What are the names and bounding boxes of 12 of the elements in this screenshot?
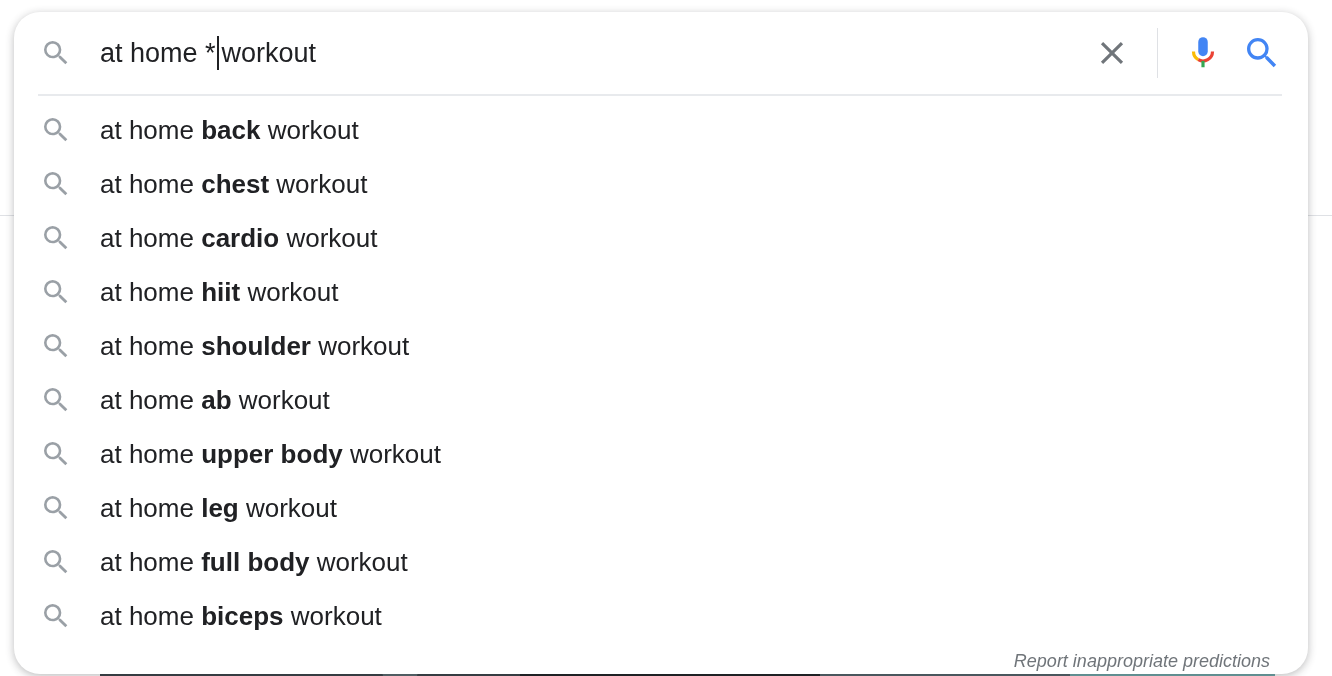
suggestion-item[interactable]: at home full body workout <box>100 546 408 578</box>
suggestion-item[interactable]: at home biceps workout <box>100 600 382 632</box>
suggestion-item[interactable]: at home shoulder workout <box>100 330 410 362</box>
suggestion-item[interactable]: at home upper body workout <box>100 438 441 470</box>
suggestion-item[interactable]: at home chest workout <box>100 168 368 200</box>
suggestion-item[interactable]: at home cardio workout <box>100 222 378 254</box>
search-field[interactable]: at home * workout <box>100 36 1089 70</box>
suggestion-item[interactable]: at home leg workout <box>100 492 337 524</box>
suggestion-item[interactable]: at home back workout <box>100 114 359 146</box>
suggestion-item[interactable]: at home hiit workout <box>100 276 339 308</box>
report-link[interactable]: Report inappropriate predictions <box>1013 651 1270 672</box>
suggestion-item[interactable]: at home ab workout <box>100 384 330 416</box>
